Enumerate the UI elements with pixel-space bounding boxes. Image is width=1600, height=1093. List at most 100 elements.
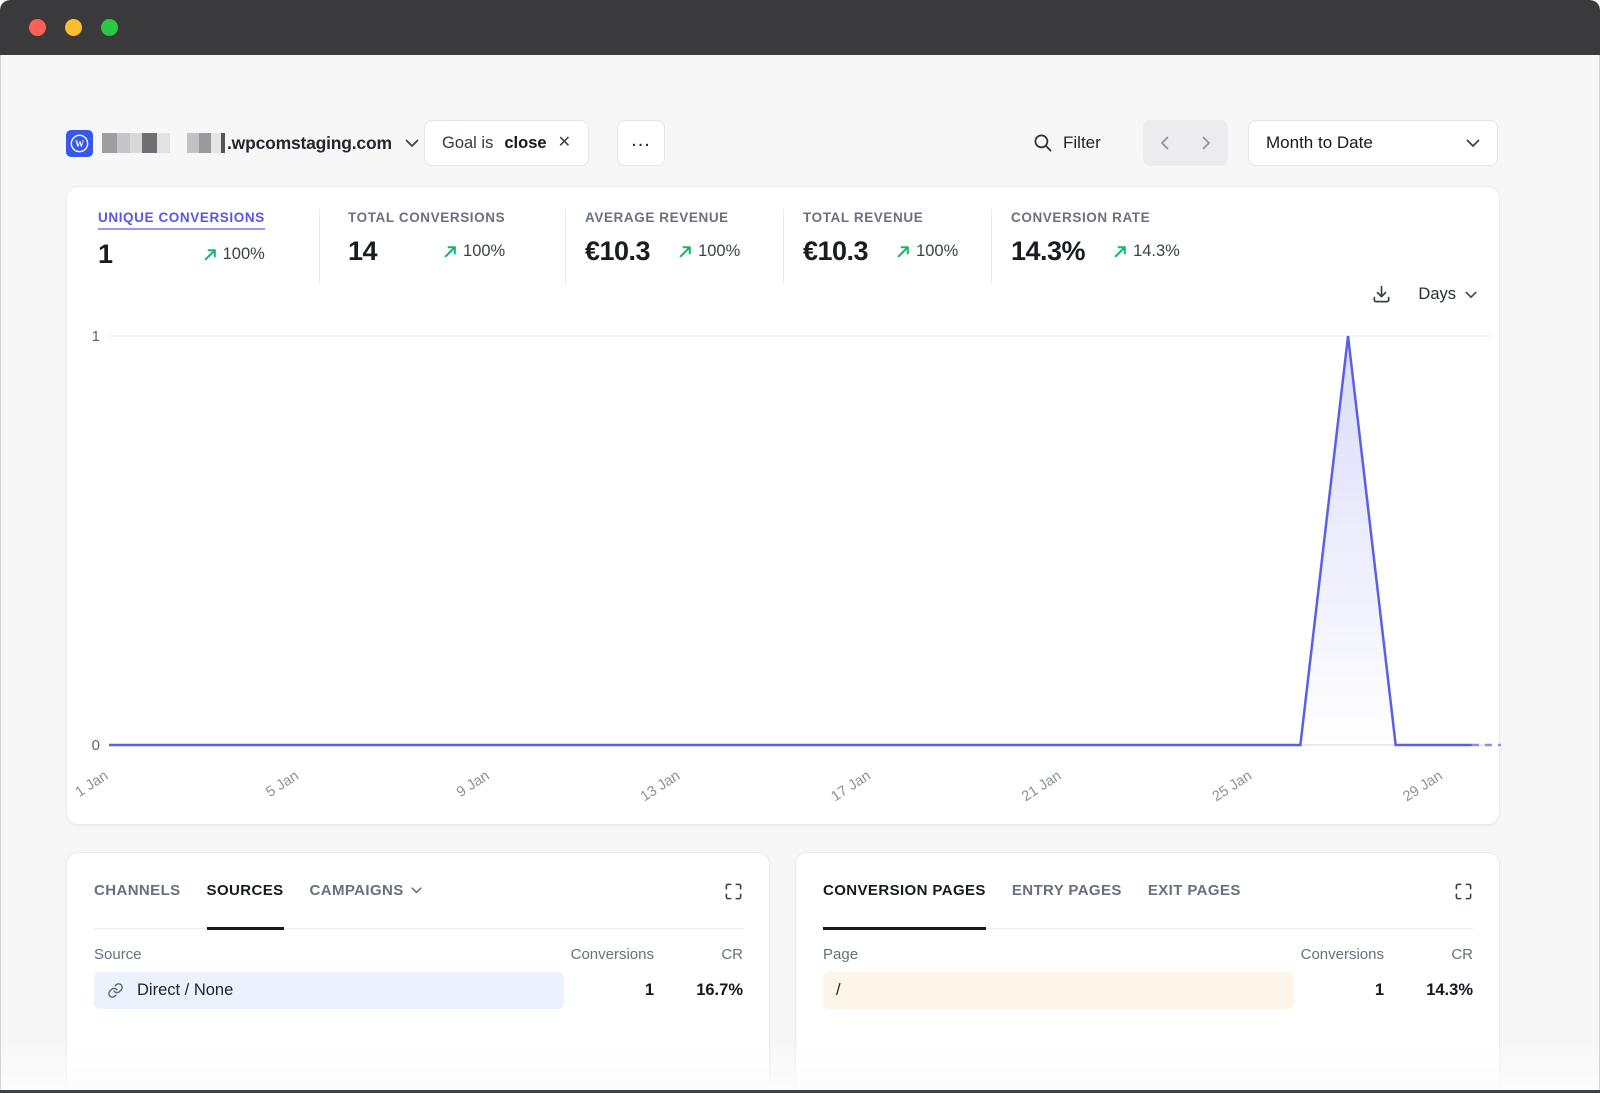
date-range-select[interactable]: Month to Date [1248, 120, 1498, 166]
goal-filter-chip[interactable]: Goal is close ✕ [424, 120, 589, 166]
source-name: Direct / None [137, 981, 233, 1000]
metric-value: 14 [348, 236, 377, 267]
chevron-down-icon [405, 139, 419, 148]
site-selector[interactable]: W .wpcomstaging.com [66, 120, 419, 166]
chevron-down-icon [411, 887, 422, 894]
x-axis-label: 21 Jan [1019, 768, 1064, 805]
prev-period-button[interactable] [1143, 120, 1186, 166]
metric-delta: 14.3% [1113, 242, 1180, 261]
minimize-window-button[interactable] [65, 19, 82, 36]
goal-chip-value: close [504, 134, 546, 153]
pages-table-header: Page Conversions CR [796, 946, 1499, 963]
remove-goal-filter-icon[interactable]: ✕ [558, 135, 571, 151]
fullscreen-icon [724, 882, 743, 901]
page-conversions-value: 1 [1294, 981, 1384, 1000]
svg-text:W: W [75, 138, 84, 148]
close-window-button[interactable] [29, 19, 46, 36]
conversions-chart[interactable]: 0 1 1 Jan 5 Jan 9 Jan 13 Jan 17 Jan 21 Jan 25 Ja… [67, 319, 1501, 819]
filter-label: Filter [1063, 133, 1101, 153]
column-header-page: Page [823, 946, 1294, 963]
expand-pages-button[interactable] [1454, 882, 1473, 906]
column-header-cr: CR [1384, 946, 1473, 963]
metric-delta: 100% [443, 242, 505, 261]
metric-value: €10.3 [585, 236, 650, 267]
page-cr-value: 14.3% [1384, 981, 1473, 1000]
site-domain: .wpcomstaging.com [227, 133, 392, 154]
trend-up-icon [443, 244, 458, 259]
metric-tab-total-revenue[interactable]: TOTAL REVENUE €10.3 100% [784, 209, 992, 284]
page-name: / [836, 981, 841, 1000]
wordpress-icon: W [66, 130, 93, 157]
granularity-label: Days [1418, 285, 1456, 304]
sources-card-tabs: CHANNELS SOURCES CAMPAIGNS [94, 882, 743, 929]
date-range-label: Month to Date [1266, 133, 1373, 153]
tab-entry-pages[interactable]: ENTRY PAGES [1012, 882, 1122, 928]
metric-tab-unique-conversions[interactable]: UNIQUE CONVERSIONS 1 100% [67, 209, 320, 284]
pages-card-tabs: CONVERSION PAGES ENTRY PAGES EXIT PAGES [823, 882, 1473, 929]
metric-delta: 100% [678, 242, 740, 261]
download-icon [1371, 284, 1392, 305]
granularity-select[interactable]: Days [1418, 285, 1477, 304]
tab-sources[interactable]: SOURCES [207, 882, 284, 928]
x-axis-label: 25 Jan [1210, 768, 1255, 805]
metric-tabs: UNIQUE CONVERSIONS 1 100% TOTAL CONVERSI… [67, 209, 1292, 284]
trend-up-icon [203, 247, 218, 262]
tab-exit-pages[interactable]: EXIT PAGES [1148, 882, 1241, 928]
trend-up-icon [1113, 244, 1128, 259]
tab-campaigns[interactable]: CAMPAIGNS [310, 882, 422, 928]
metric-value: 14.3% [1011, 236, 1085, 267]
sources-table-header: Source Conversions CR [67, 946, 769, 963]
x-axis-label: 17 Jan [828, 768, 873, 805]
x-axis-label: 29 Jan [1400, 768, 1445, 805]
conversions-panel: UNIQUE CONVERSIONS 1 100% TOTAL CONVERSI… [66, 186, 1500, 825]
metric-label: TOTAL CONVERSIONS [348, 210, 505, 225]
filter-button[interactable]: Filter [1033, 120, 1101, 166]
x-axis-label: 5 Jan [263, 768, 301, 801]
window-titlebar [0, 0, 1600, 55]
redacted-site-name [102, 133, 225, 153]
metric-label: UNIQUE CONVERSIONS [98, 210, 265, 230]
tab-channels[interactable]: CHANNELS [94, 882, 181, 928]
metric-label: AVERAGE REVENUE [585, 210, 729, 225]
y-axis-label: 1 [92, 328, 100, 345]
trend-up-icon [678, 244, 693, 259]
x-axis-label: 13 Jan [638, 768, 683, 805]
source-conversions-value: 1 [564, 981, 654, 1000]
metric-tab-total-conversions[interactable]: TOTAL CONVERSIONS 14 100% [320, 209, 566, 284]
sources-card: CHANNELS SOURCES CAMPAIGNS Source Conver… [66, 852, 770, 1093]
source-cr-value: 16.7% [654, 981, 743, 1000]
y-axis-label: 0 [92, 737, 100, 754]
metric-tab-conversion-rate[interactable]: CONVERSION RATE 14.3% 14.3% [992, 209, 1292, 284]
source-row[interactable]: Direct / None 1 16.7% [67, 972, 769, 1009]
metric-delta: 100% [203, 245, 265, 264]
x-axis-label: 1 Jan [73, 768, 111, 801]
chevron-left-icon [1160, 136, 1169, 150]
chevron-down-icon [1465, 291, 1477, 299]
x-axis-label: 9 Jan [454, 768, 492, 801]
metric-delta: 100% [896, 242, 958, 261]
metric-tab-average-revenue[interactable]: AVERAGE REVENUE €10.3 100% [566, 209, 784, 284]
column-header-source: Source [94, 946, 564, 963]
column-header-conversions: Conversions [1294, 946, 1384, 963]
app-window: W .wpcomstaging.com Goal is close ✕ ... … [0, 0, 1600, 1093]
column-header-conversions: Conversions [564, 946, 654, 963]
next-period-button[interactable] [1186, 120, 1229, 166]
column-header-cr: CR [654, 946, 743, 963]
chevron-down-icon [1466, 139, 1480, 148]
chevron-right-icon [1202, 136, 1211, 150]
link-icon [107, 982, 124, 999]
pages-card: CONVERSION PAGES ENTRY PAGES EXIT PAGES … [795, 852, 1500, 1093]
fullscreen-icon [1454, 882, 1473, 901]
zoom-window-button[interactable] [101, 19, 118, 36]
period-pager [1143, 120, 1228, 166]
tab-conversion-pages[interactable]: CONVERSION PAGES [823, 882, 986, 928]
metric-value: 1 [98, 239, 113, 270]
export-chart-button[interactable] [1371, 284, 1392, 305]
chart-controls: Days [1371, 284, 1477, 305]
goal-chip-label: Goal is [442, 134, 493, 153]
more-options-button[interactable]: ... [617, 120, 665, 166]
metric-label: CONVERSION RATE [1011, 210, 1150, 225]
page-row[interactable]: / 1 14.3% [796, 972, 1499, 1009]
expand-sources-button[interactable] [724, 882, 743, 906]
trend-up-icon [896, 244, 911, 259]
